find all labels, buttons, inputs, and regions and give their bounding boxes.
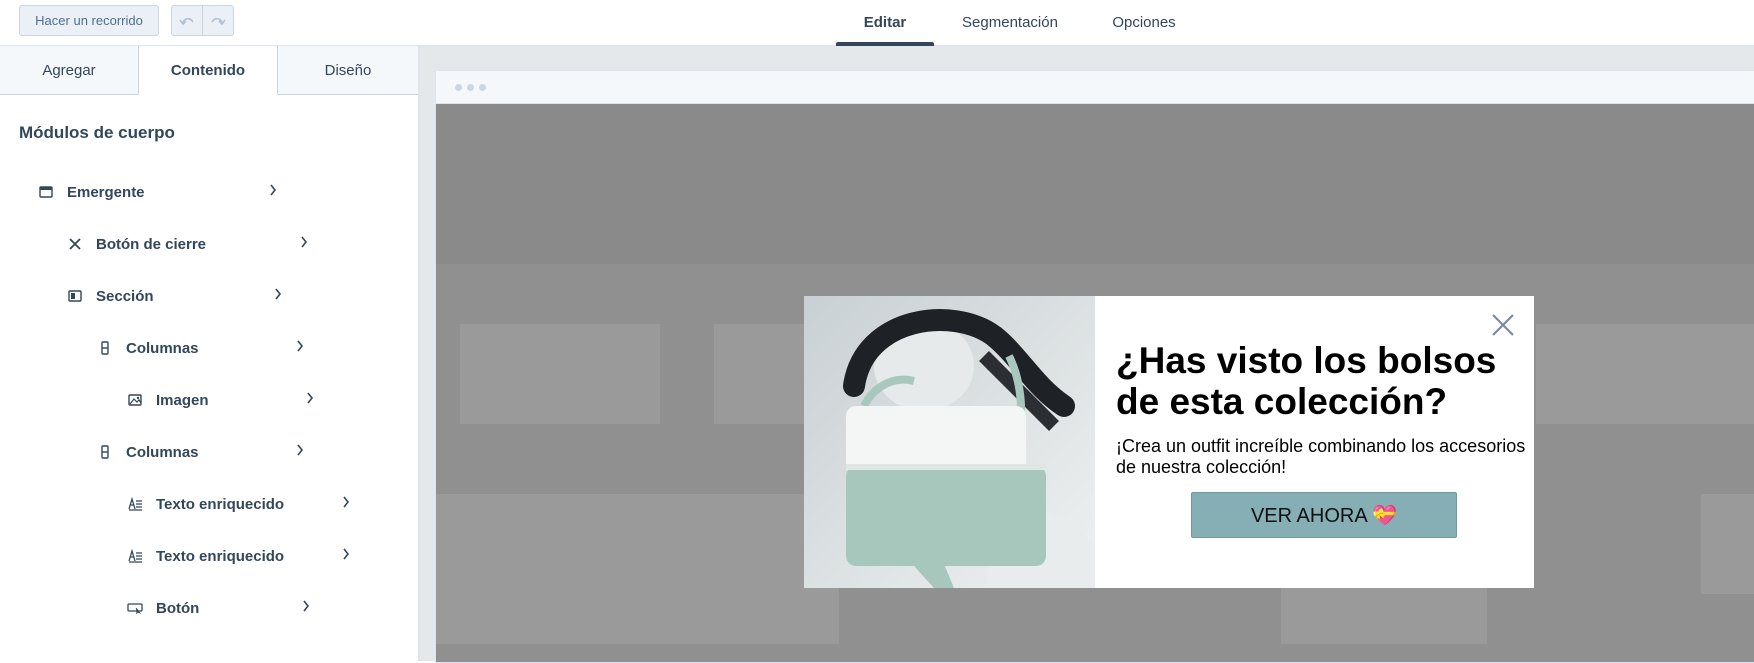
- chevron-right-icon: [269, 184, 277, 199]
- ghost-block: [436, 494, 839, 644]
- popup-close-button[interactable]: [1490, 312, 1516, 338]
- popup-title: ¿Has visto los bolsos de esta colección?: [1116, 340, 1497, 422]
- tab-opciones[interactable]: Opciones: [1100, 0, 1188, 45]
- window-icon: [37, 183, 55, 201]
- sidebar-tabs: Agregar Contenido Diseño: [0, 46, 418, 95]
- ghost-block: [1701, 494, 1754, 594]
- tree-item-columnas-2[interactable]: Columnas: [96, 440, 311, 464]
- chevron-right-icon: [296, 340, 304, 355]
- ghost-block: [1536, 324, 1686, 424]
- columns-icon: [96, 339, 114, 357]
- top-toolbar: Hacer un recorrido Editar Segmentación O…: [0, 0, 1754, 46]
- close-icon: [66, 235, 84, 253]
- sidebar-tab-diseno[interactable]: Diseño: [278, 46, 418, 94]
- popup-image: [804, 296, 1095, 588]
- chevron-right-icon: [274, 288, 282, 303]
- tree-item-label: Botón: [156, 599, 200, 617]
- undo-button[interactable]: [172, 6, 202, 35]
- chevron-right-icon: [296, 444, 304, 459]
- sidebar-tab-contenido[interactable]: Contenido: [139, 46, 278, 95]
- redo-button[interactable]: [202, 6, 233, 35]
- redo-icon: [211, 17, 226, 25]
- take-tour-button[interactable]: Hacer un recorrido: [19, 5, 159, 36]
- window-dot: [467, 84, 474, 91]
- chevron-right-icon: [342, 548, 350, 563]
- section-icon: [66, 287, 84, 305]
- sidebar: Agregar Contenido Diseño Módulos de cuer…: [0, 46, 420, 661]
- tree-item-label: Columnas: [126, 339, 199, 357]
- chevron-right-icon: [342, 496, 350, 511]
- modules-title: Módulos de cuerpo: [19, 123, 175, 142]
- image-icon: [126, 391, 144, 409]
- tree-item-label: Columnas: [126, 443, 199, 461]
- window-dot: [455, 84, 462, 91]
- tree-item-boton[interactable]: Botón: [126, 596, 316, 620]
- tree-item-texto-enriquecido-1[interactable]: Texto enriquecido: [126, 492, 356, 516]
- tree-item-label: Botón de cierre: [96, 235, 207, 253]
- undo-redo-group: [171, 5, 234, 36]
- tree-item-texto-enriquecido-2[interactable]: Texto enriquecido: [126, 544, 356, 568]
- tree-item-seccion[interactable]: Sección: [66, 284, 286, 308]
- popup-content: ¿Has visto los bolsos de esta colección?…: [1095, 296, 1534, 588]
- popup-text: ¡Crea un outfit increíble combinando los…: [1116, 436, 1526, 477]
- tree-item-label: Sección: [96, 287, 154, 305]
- tree-item-label: Texto enriquecido: [156, 547, 285, 565]
- ghost-header: [436, 104, 1754, 264]
- rich-text-icon: [126, 547, 144, 565]
- ghost-block: [1681, 324, 1754, 424]
- chevron-right-icon: [300, 236, 308, 251]
- rich-text-icon: [126, 495, 144, 513]
- tab-segmentacion[interactable]: Segmentación: [950, 0, 1070, 45]
- chevron-right-icon: [302, 600, 310, 615]
- tree-item-emergente[interactable]: Emergente: [37, 180, 282, 204]
- ver-ahora-button[interactable]: VER AHORA 💝: [1191, 492, 1457, 538]
- close-icon: [1492, 314, 1514, 336]
- chevron-right-icon: [306, 392, 314, 407]
- sidebar-tab-agregar[interactable]: Agregar: [0, 46, 139, 94]
- columns-icon: [96, 443, 114, 461]
- tree-item-boton-cierre[interactable]: Botón de cierre: [66, 232, 312, 256]
- undo-icon: [179, 17, 194, 25]
- tab-editar[interactable]: Editar: [836, 0, 934, 46]
- tree-item-imagen[interactable]: Imagen: [126, 388, 321, 412]
- popup-modal: ¿Has visto los bolsos de esta colección?…: [804, 296, 1534, 588]
- tree-item-label: Emergente: [67, 183, 145, 201]
- tree-item-label: Texto enriquecido: [156, 495, 285, 513]
- tree-item-columnas-1[interactable]: Columnas: [96, 336, 311, 360]
- browser-bar: [436, 71, 1754, 104]
- ghost-block: [460, 324, 660, 424]
- button-icon: [126, 599, 144, 617]
- tree-item-label: Imagen: [156, 391, 209, 409]
- window-dot: [479, 84, 486, 91]
